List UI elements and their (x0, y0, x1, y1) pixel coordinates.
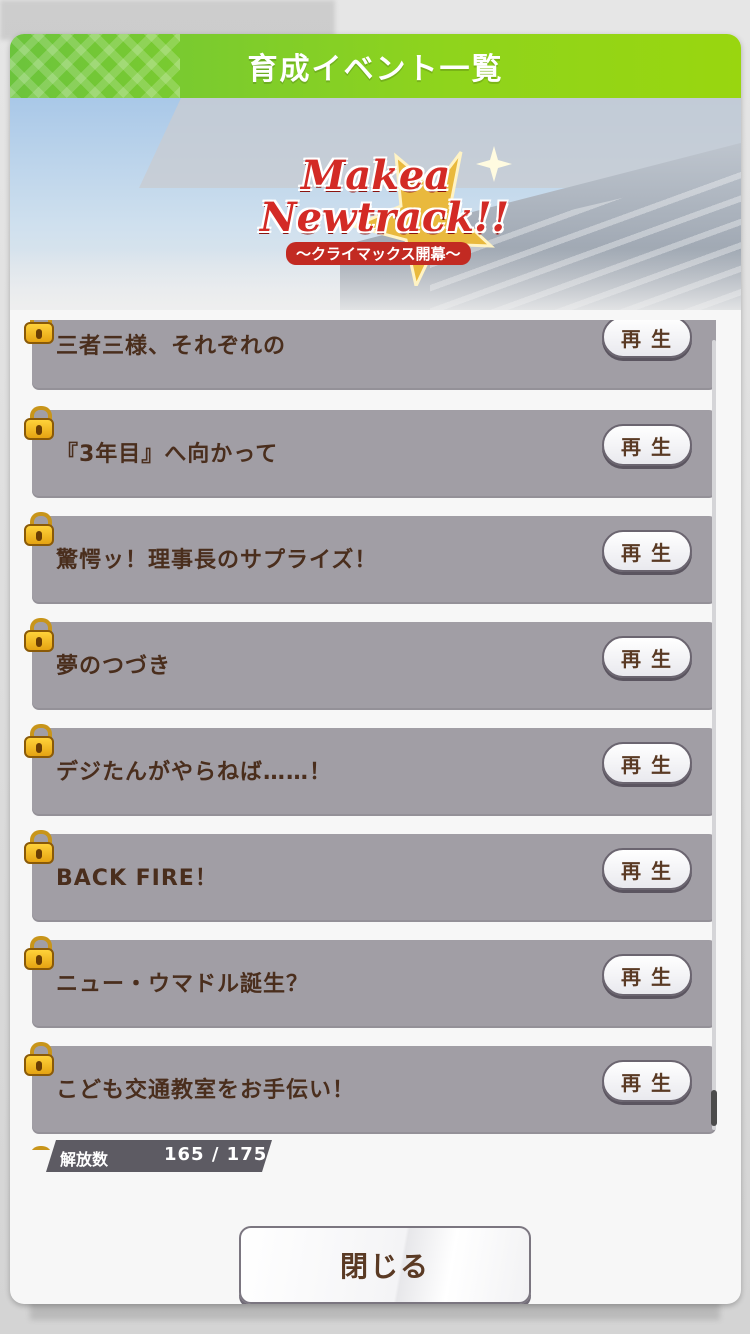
event-title: ニュー・ウマドル誕生？ (56, 972, 310, 997)
event-title: BACK FIRE！ (56, 866, 218, 891)
event-row: デジたんがやらねば……！ 再生 (32, 728, 716, 816)
padlock-icon (24, 724, 54, 758)
scenario-logo: Makea Newtrack!! 〜クライマックス開幕〜 (246, 116, 526, 286)
play-button[interactable]: 再生 (602, 424, 692, 466)
event-row: 三者三様、それぞれの 再生 (32, 320, 716, 390)
event-list-dialog: 育成イベント一覧 Makea Newtrack!! 〜クライマックス開幕〜 三者… (10, 34, 741, 1304)
logo-text-line1: Makea (301, 152, 451, 199)
unlock-count-label: 解放数 (60, 1150, 109, 1169)
padlock-icon (24, 830, 54, 864)
event-row: 『3年目』へ向かって 再生 (32, 410, 716, 498)
title-bar-pattern (10, 34, 180, 98)
event-title: 三者三様、それぞれの (56, 334, 287, 359)
logo-text-line2: Newtrack!! (260, 194, 510, 241)
dialog-title: 育成イベント一覧 (247, 52, 504, 87)
event-row: BACK FIRE！ 再生 (32, 834, 716, 922)
unlock-count-value: 165 / 175 (164, 1144, 268, 1165)
play-button[interactable]: 再生 (602, 636, 692, 678)
scrollbar-track[interactable] (712, 340, 716, 1130)
play-button[interactable]: 再生 (602, 320, 692, 358)
padlock-icon (24, 406, 54, 440)
event-title: 驚愕ッ！理事長のサプライズ！ (56, 548, 378, 573)
event-title: こども交通教室をお手伝い！ (56, 1078, 356, 1103)
event-title: デジたんがやらねば……！ (56, 760, 333, 785)
event-row: 夢のつづき 再生 (32, 622, 716, 710)
play-button[interactable]: 再生 (602, 1060, 692, 1102)
logo-subtitle: 〜クライマックス開幕〜 (286, 242, 471, 265)
play-button[interactable]: 再生 (602, 954, 692, 996)
event-title: 『3年目』へ向かって (56, 442, 279, 467)
padlock-icon (24, 936, 54, 970)
dialog-title-bar: 育成イベント一覧 (10, 34, 741, 98)
padlock-icon (24, 1042, 54, 1076)
event-row: ニュー・ウマドル誕生？ 再生 (32, 940, 716, 1028)
padlock-icon (24, 320, 54, 344)
close-button[interactable]: 閉じる (239, 1226, 531, 1304)
padlock-icon (24, 512, 54, 546)
play-button[interactable]: 再生 (602, 742, 692, 784)
play-button[interactable]: 再生 (602, 848, 692, 890)
event-row: こども交通教室をお手伝い！ 再生 (32, 1046, 716, 1134)
event-row: 驚愕ッ！理事長のサプライズ！ 再生 (32, 516, 716, 604)
padlock-icon (24, 618, 54, 652)
event-list[interactable]: 三者三様、それぞれの 再生 『3年目』へ向かって 再生 驚愕ッ！理事長のサプライ… (10, 320, 741, 1150)
play-button[interactable]: 再生 (602, 530, 692, 572)
event-title: 夢のつづき (56, 654, 172, 679)
padlock-icon (24, 1146, 54, 1150)
scrollbar-thumb[interactable] (711, 1090, 717, 1126)
unlock-count-badge: 解放数 165 / 175 (46, 1140, 272, 1172)
